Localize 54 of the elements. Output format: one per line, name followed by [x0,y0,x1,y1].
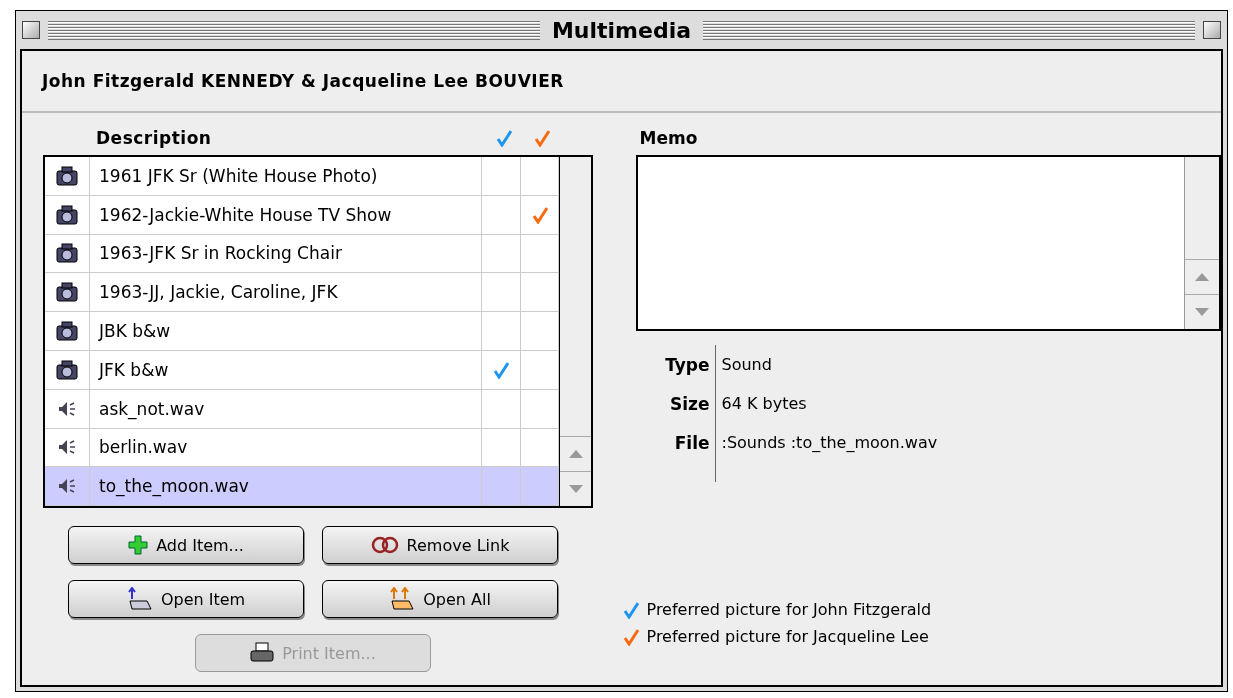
memo-label: Memo [639,127,699,150]
camera-icon [56,359,78,380]
camera-icon [56,243,78,264]
list-row[interactable]: 1963-JFK Sr in Rocking Chair [45,234,559,274]
camera-icon [56,204,78,225]
checkmark-icon [493,360,509,379]
action-button[interactable]: Add Item... [68,526,304,565]
chain-link-icon [370,535,399,556]
column-header: Description [96,128,213,148]
scrollbar[interactable] [559,157,591,507]
printer-icon [250,642,275,665]
camera-icon [56,165,78,186]
list-row[interactable]: berlin.wav [45,428,559,468]
description-cell: JFK b&w [90,351,482,390]
description-cell: to_the_moon.wav [90,467,482,507]
list-row[interactable]: 1961 JFK Sr (White House Photo) [45,157,559,196]
action-button[interactable]: Open Item [68,580,304,619]
info-value: :Sounds :to_the_moon.wav [720,432,939,454]
list-row[interactable]: 1963-JJ, Jackie, Caroline, JFK [45,273,559,313]
scroll-down-arrow-icon[interactable] [568,485,583,494]
checkmark-header-icon [496,129,512,147]
list-row[interactable]: ask_not.wav [45,389,559,429]
speaker-icon [57,438,77,457]
list-row[interactable]: JBK b&w [45,312,559,351]
camera-icon [56,321,78,342]
plus-icon [128,535,149,556]
info-label: File [635,423,716,462]
description-cell: 1962-Jackie-White House TV Show [90,195,482,235]
checkmark-header-icon [534,129,550,147]
folder-arrow-icon [126,587,153,612]
action-button[interactable]: Open All [322,580,558,619]
info-value: 64 K bytes [720,393,808,415]
description-cell: 1961 JFK Sr (White House Photo) [90,157,482,196]
folder-arrows-icon [389,587,416,612]
speaker-icon [57,399,77,418]
camera-icon [56,282,78,303]
description-cell: ask_not.wav [90,389,482,429]
info-label: Type [635,345,716,384]
speaker-icon [57,477,77,496]
list-row[interactable]: to_the_moon.wav [45,467,559,507]
list-row[interactable]: 1962-Jackie-White House TV Show [45,195,559,235]
scroll-up-arrow-icon[interactable] [568,450,583,459]
list-row[interactable]: JFK b&w [45,351,559,390]
checkmark-icon [531,205,548,224]
couple-name: John Fitzgerald KENNEDY & Jacqueline Lee BOUVIER [42,71,564,91]
info-label: Size [635,384,716,423]
info-value: Sound [720,354,773,376]
legend-text: Preferred picture for Jacqueline Lee [646,627,929,646]
window-title: Multimedia [550,17,693,43]
legend-text: Preferred picture for John Fitzgerald [646,600,932,619]
description-cell: JBK b&w [90,312,482,351]
close-box[interactable] [22,21,40,39]
collapse-box[interactable] [1203,21,1221,39]
action-button[interactable]: Remove Link [322,526,558,565]
